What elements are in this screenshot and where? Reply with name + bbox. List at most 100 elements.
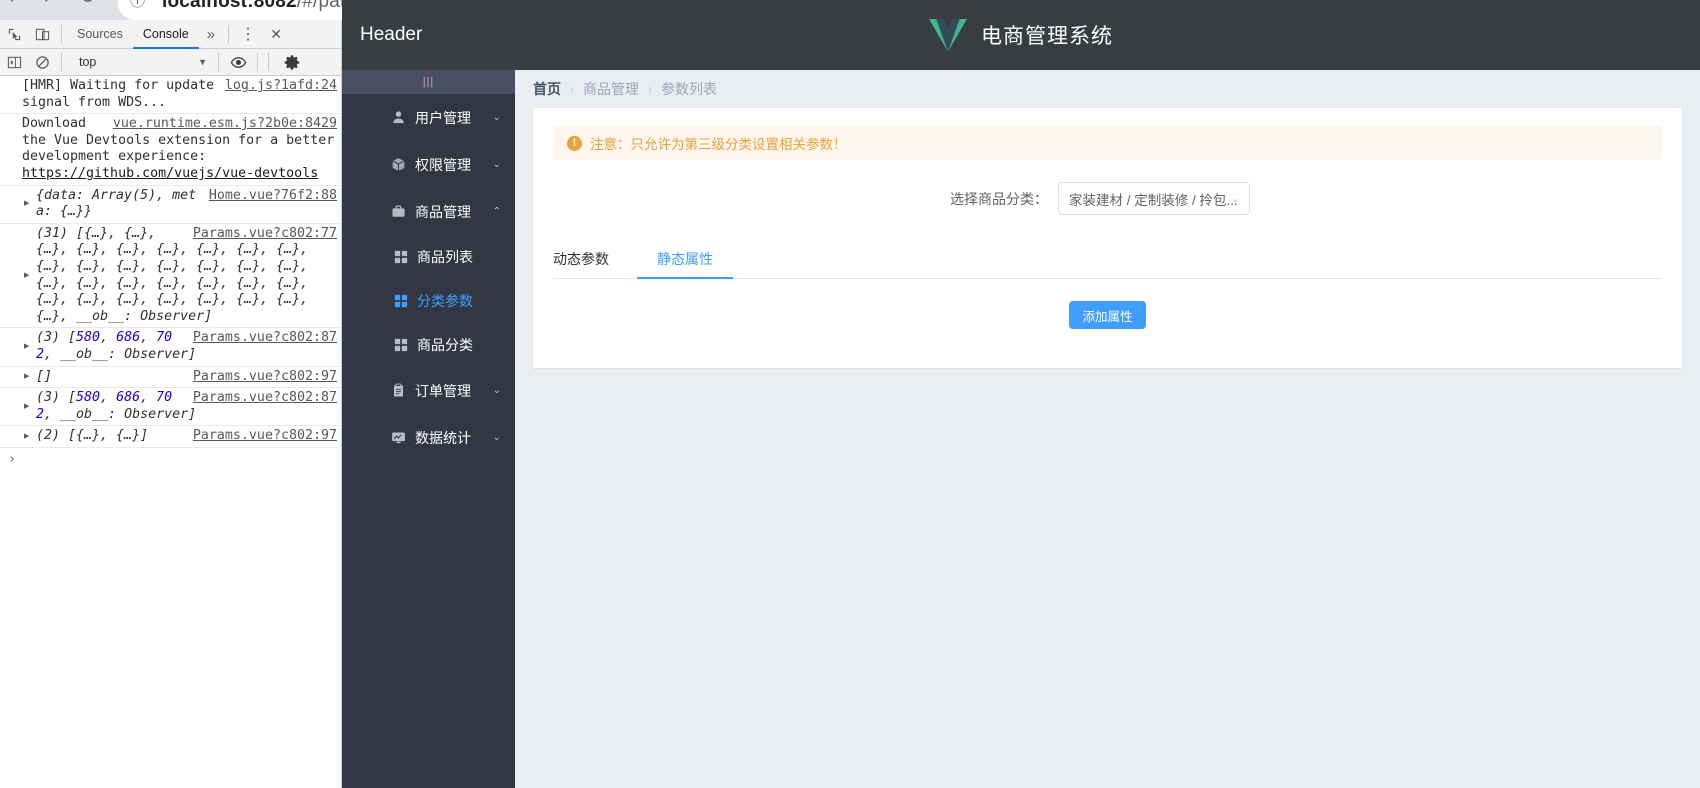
console-log-row[interactable]: ▶ Params.vue?c802:97 (2) [{…}, {…}] <box>0 426 341 448</box>
devtools-panel: Sources Console » ⋮ ✕ top ▼ log.js?1afd:… <box>0 20 342 788</box>
breadcrumb-item-2[interactable]: 商品管理 <box>583 79 639 99</box>
console-log-text: [] <box>36 368 53 384</box>
sidebar-collapse-toggle[interactable]: ||| <box>342 70 515 94</box>
sidebar-item-label: 数据统计 <box>415 429 471 446</box>
console-log-row[interactable]: ▶ Params.vue?c802:77 (31) [{…}, {…}, {…}, … <box>0 224 341 329</box>
sidebar-item-label: 用户管理 <box>415 109 471 126</box>
console-log-row[interactable]: ▶ Params.vue?c802:87 (3) [580, 686, 702, _… <box>0 388 341 427</box>
expand-triangle-icon[interactable]: ▶ <box>24 339 29 356</box>
console-log-row[interactable]: ▶ Params.vue?c802:97 [] <box>0 367 341 389</box>
console-log-source-link[interactable]: Home.vue?76f2:88 <box>209 188 337 205</box>
execute-sidebar-icon[interactable] <box>0 48 28 76</box>
box-icon <box>390 157 406 173</box>
console-log-source-link[interactable]: log.js?1afd:24 <box>225 78 337 95</box>
category-cascader-value: 家装建材 / 定制装修 / 拎包... <box>1069 192 1238 208</box>
collapse-bars-label: ||| <box>422 76 435 88</box>
sidebar-subitem-label: 商品分类 <box>417 337 473 353</box>
main-content: 首页 › 商品管理 › 参数列表 ! 注意：只允许为第三级分类设置相关参数！ 选择商品分… <box>515 70 1700 788</box>
breadcrumb-separator: › <box>648 82 652 96</box>
back-arrow-icon[interactable]: ‹ <box>8 0 14 7</box>
console-log-source-link[interactable]: Params.vue?c802:87 <box>193 330 337 347</box>
console-log-source-link[interactable]: vue.runtime.esm.js?2b0e:8429 <box>113 116 337 133</box>
grid-icon <box>394 294 408 308</box>
console-log-row[interactable]: ▶ Params.vue?c802:87 (3) [580, 686, 702, _… <box>0 328 341 367</box>
sidebar-item-1[interactable]: 用户管理 ⌄ <box>342 94 515 141</box>
sidebar-item-5[interactable]: 数据统计 ⌄ <box>342 414 515 461</box>
console-log-text: (3) [580, 686, 702, __ob__: Observer] <box>36 330 197 362</box>
tab-console[interactable]: Console <box>132 20 199 49</box>
expand-triangle-icon[interactable]: ▶ <box>24 196 29 213</box>
tab-dynamic-params[interactable]: 动态参数 <box>553 241 637 278</box>
sidebar-item-label: 权限管理 <box>415 156 471 173</box>
expand-triangle-icon[interactable]: ▶ <box>24 428 29 445</box>
console-log-source-link[interactable]: Params.vue?c802:77 <box>193 226 337 243</box>
vue-logo-icon <box>929 18 967 52</box>
console-log-row[interactable]: vue.runtime.esm.js?2b0e:8429 Download the… <box>0 114 341 186</box>
live-expression-eye-icon[interactable] <box>224 48 252 76</box>
console-toolbar: top ▼ <box>0 49 341 76</box>
add-attribute-button[interactable]: 添加属性 <box>1069 301 1146 329</box>
breadcrumb-item-1[interactable]: 首页 <box>533 79 561 99</box>
console-log-source-link[interactable]: Params.vue?c802:97 <box>193 428 337 445</box>
briefcase-icon <box>390 204 406 220</box>
add-attribute-row: 添加属性 <box>553 301 1662 329</box>
console-log-source-link[interactable]: Params.vue?c802:87 <box>193 390 337 407</box>
chevron-up-icon: ⌃ <box>492 206 501 217</box>
chart-monitor-icon <box>390 430 406 446</box>
expand-triangle-icon[interactable]: ▶ <box>24 369 29 386</box>
inspect-cursor-icon[interactable] <box>0 20 28 48</box>
execution-context-selector[interactable]: top ▼ <box>73 52 213 73</box>
device-toolbar-icon[interactable] <box>28 20 56 48</box>
category-select-row: 选择商品分类： 家装建材 / 定制装修 / 拎包... ⌄ <box>553 182 1662 215</box>
reload-icon[interactable]: ↻ <box>80 0 95 6</box>
settings-gear-icon[interactable] <box>278 48 306 76</box>
more-tabs-icon[interactable]: » <box>199 26 223 43</box>
console-toolbar-divider-3 <box>257 53 258 71</box>
sidebar-item-4[interactable]: 订单管理 ⌄ <box>342 367 515 414</box>
tab-sources-label: Sources <box>77 27 123 41</box>
sidebar-subitem-3-3[interactable]: 商品分类 <box>342 323 515 367</box>
sidebar-subitem-label: 商品列表 <box>417 249 473 265</box>
category-select-label: 选择商品分类： <box>950 190 1048 207</box>
console-toolbar-divider-2 <box>218 53 219 71</box>
warning-circle-icon: ! <box>567 135 582 151</box>
console-log-list[interactable]: log.js?1afd:24 [HMR] Waiting for update s… <box>0 76 341 787</box>
forward-arrow-icon[interactable]: › <box>44 0 50 7</box>
console-prompt[interactable]: › <box>0 448 341 467</box>
toolbar-divider-2 <box>228 25 230 43</box>
sidebar-subitem-3-1[interactable]: 商品列表 <box>342 235 515 279</box>
sidebar-item-label: 商品管理 <box>415 203 471 220</box>
sidebar-item-3[interactable]: 商品管理 ⌃ <box>342 188 515 235</box>
sidebar-menu-group: 用户管理 ⌄ <box>342 94 515 141</box>
prompt-chevron-icon: › <box>8 451 17 467</box>
chevron-down-icon: ⌄ <box>492 112 501 123</box>
site-info-icon[interactable]: ⓘ <box>130 0 145 11</box>
console-log-row[interactable]: log.js?1afd:24 [HMR] Waiting for update s… <box>0 76 341 115</box>
sidebar-menu-group: 数据统计 ⌄ <box>342 414 515 461</box>
expand-triangle-icon[interactable]: ▶ <box>24 267 29 284</box>
tab-sources[interactable]: Sources <box>67 20 133 49</box>
kebab-menu-icon[interactable]: ⋮ <box>234 20 262 48</box>
console-log-source-link[interactable]: Params.vue?c802:97 <box>193 369 337 386</box>
console-log-text: {data: Array(5), meta: {…}} <box>36 187 197 220</box>
header-brand: 电商管理系统 <box>342 0 1700 70</box>
category-cascader[interactable]: 家装建材 / 定制装修 / 拎包... ⌄ <box>1058 182 1250 215</box>
tab-static-attributes[interactable]: 静态属性 <box>637 241 733 279</box>
params-tabs: 动态参数 静态属性 <box>553 241 1662 279</box>
screen-root: ‹ › ↻ ⓘ localhost:8082/#/params ⚲ ▣ Sour… <box>0 0 1700 788</box>
app-title: 电商管理系统 <box>981 25 1113 48</box>
console-log-row[interactable]: ▶ Home.vue?76f2:88 {data: Array(5), meta: … <box>0 186 341 224</box>
close-icon[interactable]: ✕ <box>262 20 290 48</box>
sidebar-menu-group: 商品管理 ⌃ 商品列表分类参数商品分类 <box>342 188 515 367</box>
sidebar-subitem-3-2[interactable]: 分类参数 <box>342 279 515 323</box>
toolbar-divider <box>61 25 62 43</box>
execution-context-value: top <box>79 55 97 69</box>
clear-console-icon[interactable] <box>28 48 56 76</box>
user-icon <box>390 110 406 126</box>
app-body: ||| 用户管理 ⌄ 权限管理 ⌄ 商品管理 ⌃ 商品列表 分类参数 商品分类 订单管理 ⌄ 数据统计… <box>342 70 1700 788</box>
console-toolbar-divider-4 <box>268 53 269 71</box>
chevron-down-icon: ⌄ <box>492 432 501 443</box>
expand-triangle-icon[interactable]: ▶ <box>24 398 29 415</box>
sidebar-item-2[interactable]: 权限管理 ⌄ <box>342 141 515 188</box>
grid-icon <box>394 250 408 264</box>
